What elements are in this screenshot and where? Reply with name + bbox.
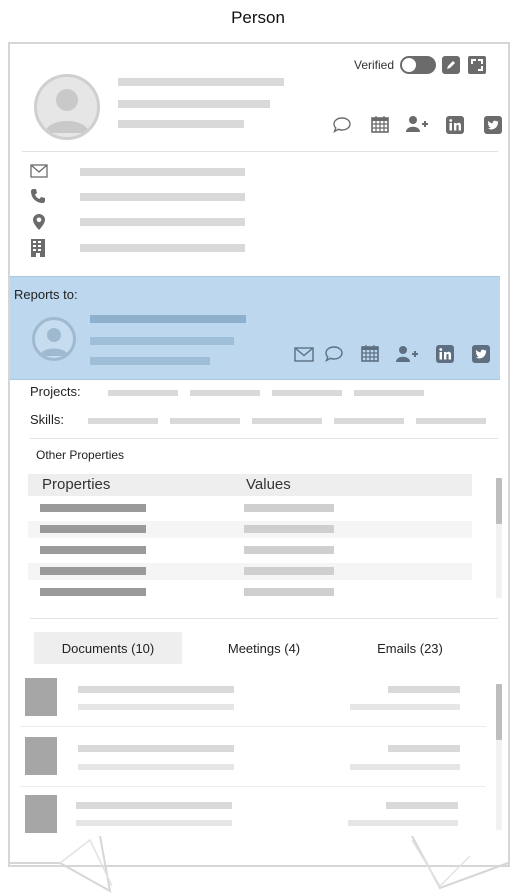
property-name-placeholder (40, 546, 146, 554)
manager-subtitle-placeholder (90, 357, 210, 365)
tab-emails[interactable]: Emails (23) (336, 632, 484, 664)
company-placeholder (80, 244, 245, 252)
table-row[interactable] (28, 521, 472, 538)
project-tag[interactable] (190, 390, 260, 396)
manager-name-placeholder (90, 315, 246, 323)
table-row[interactable] (28, 563, 472, 580)
building-icon (30, 238, 46, 258)
manager-title-placeholder (90, 337, 234, 345)
email-placeholder (80, 168, 245, 176)
table-row[interactable] (28, 584, 472, 601)
property-value-placeholder (244, 504, 334, 512)
manager-chat-bubble-icon[interactable] (324, 345, 344, 363)
property-name-placeholder (40, 525, 146, 533)
skills-label: Skills: (30, 412, 64, 427)
reports-to-panel[interactable]: Reports to: (10, 276, 500, 380)
tab-meetings[interactable]: Meetings (4) (190, 632, 338, 664)
manager-twitter-icon[interactable] (472, 345, 490, 363)
document-title-placeholder (76, 802, 232, 809)
values-column-header: Values (246, 476, 291, 493)
verified-label: Verified (354, 58, 395, 72)
phone-placeholder (80, 193, 245, 201)
subtitle-placeholder (118, 120, 244, 128)
document-subtitle-placeholder (78, 704, 234, 710)
skill-tag[interactable] (334, 418, 404, 424)
document-size-placeholder (348, 820, 458, 826)
card-bottom-edge (10, 836, 509, 893)
document-subtitle-placeholder (78, 764, 234, 770)
properties-scrollbar-thumb[interactable] (496, 478, 502, 524)
property-value-placeholder (244, 546, 334, 554)
document-date-placeholder (388, 686, 460, 693)
document-subtitle-placeholder (76, 820, 232, 826)
chat-bubble-icon[interactable] (332, 116, 352, 134)
document-thumbnail (25, 678, 57, 716)
projects-label: Projects: (30, 384, 81, 399)
manager-mail-icon[interactable] (294, 347, 314, 362)
skill-tag[interactable] (170, 418, 240, 424)
divider (20, 726, 486, 727)
table-row[interactable] (28, 500, 472, 517)
project-tag[interactable] (108, 390, 178, 396)
properties-column-header: Properties (42, 476, 111, 493)
add-person-icon[interactable] (406, 115, 428, 133)
tab-documents[interactable]: Documents (10) (34, 632, 182, 664)
properties-table-header: Properties Values (28, 474, 472, 496)
skill-tag[interactable] (88, 418, 158, 424)
document-title-placeholder (78, 745, 234, 752)
property-name-placeholder (40, 588, 146, 596)
page-title: Person (231, 8, 285, 27)
property-value-placeholder (244, 588, 334, 596)
divider (20, 786, 486, 787)
divider (30, 618, 498, 619)
property-name-placeholder (40, 567, 146, 575)
person-avatar (34, 74, 100, 140)
edit-icon[interactable] (442, 56, 460, 74)
property-value-placeholder (244, 567, 334, 575)
name-placeholder (118, 78, 284, 86)
table-row[interactable] (28, 542, 472, 559)
property-name-placeholder (40, 504, 146, 512)
document-size-placeholder (350, 704, 460, 710)
manager-avatar (32, 317, 76, 361)
twitter-icon[interactable] (484, 116, 502, 134)
manager-add-person-icon[interactable] (396, 345, 418, 363)
manager-linkedin-icon[interactable] (436, 345, 454, 363)
document-date-placeholder (388, 745, 460, 752)
project-tag[interactable] (272, 390, 342, 396)
document-date-placeholder (386, 802, 458, 809)
calendar-icon[interactable] (370, 114, 390, 134)
manager-calendar-icon[interactable] (360, 343, 380, 363)
other-properties-title: Other Properties (36, 448, 125, 462)
reports-to-label: Reports to: (14, 287, 78, 302)
title-placeholder (118, 100, 270, 108)
expand-icon[interactable] (468, 56, 486, 74)
phone-icon (30, 188, 46, 204)
verified-toggle[interactable] (400, 56, 436, 74)
skill-tag[interactable] (252, 418, 322, 424)
address-placeholder (80, 218, 245, 226)
document-title-placeholder (78, 686, 234, 693)
document-thumbnail (25, 737, 57, 775)
documents-scrollbar-thumb[interactable] (496, 684, 502, 740)
linkedin-icon[interactable] (446, 116, 464, 134)
project-tag[interactable] (354, 390, 424, 396)
property-value-placeholder (244, 525, 334, 533)
location-pin-icon (32, 213, 46, 231)
document-size-placeholder (350, 764, 460, 770)
divider (30, 438, 498, 439)
document-thumbnail (25, 795, 57, 833)
mail-icon (30, 164, 48, 178)
divider (22, 151, 498, 152)
skill-tag[interactable] (416, 418, 486, 424)
